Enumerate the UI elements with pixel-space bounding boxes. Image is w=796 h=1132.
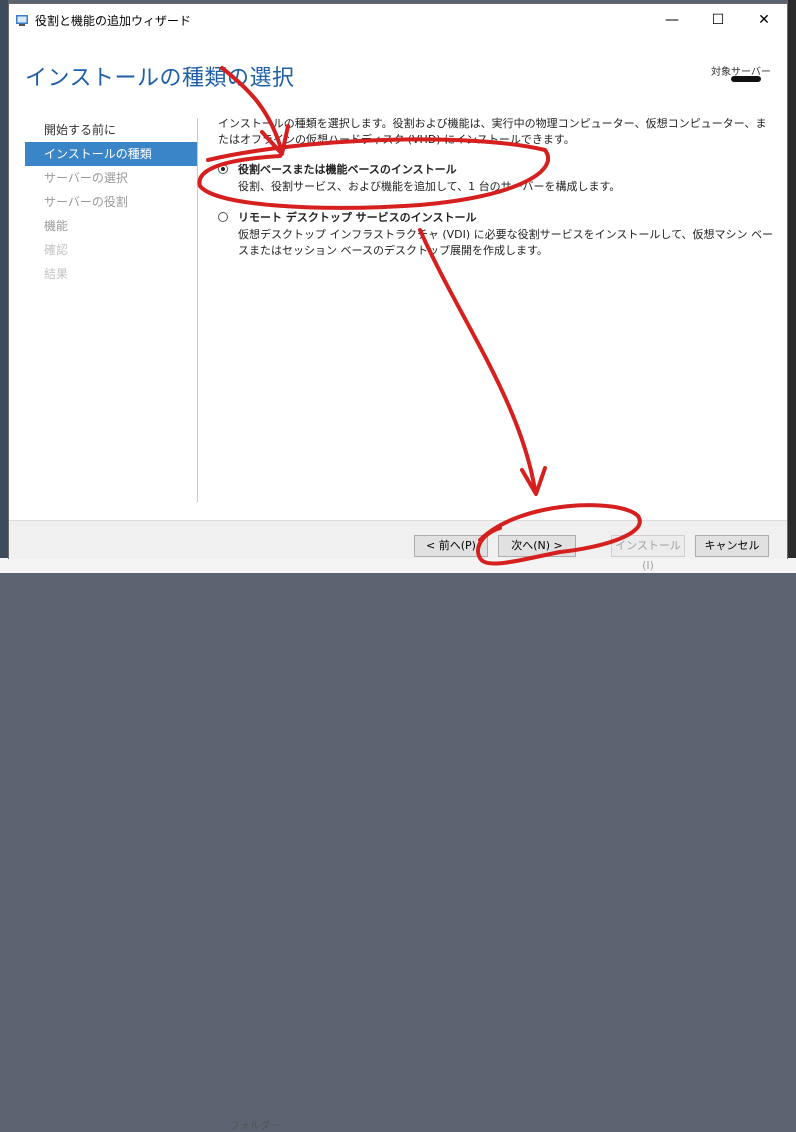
nav-item-installation-type[interactable]: インストールの種類 — [25, 142, 197, 166]
wizard-nav: 開始する前に インストールの種類 サーバーの選択 サーバーの役割 機能 確認 結… — [25, 118, 197, 286]
minimize-icon: — — [665, 12, 679, 28]
window-title: 役割と機能の追加ウィザード — [35, 14, 192, 28]
radio-remote-desktop[interactable] — [218, 212, 228, 222]
close-button[interactable]: ✕ — [741, 4, 787, 36]
server-manager-icon — [16, 15, 28, 26]
page-title: インストールの種類の選択 — [25, 66, 295, 91]
previous-button[interactable]: < 前へ(P) — [414, 535, 488, 557]
radio-role-based[interactable] — [218, 164, 228, 174]
title-bar[interactable]: 役割と機能の追加ウィザード — ☐ ✕ — [9, 4, 787, 36]
redacted-server-name — [731, 76, 761, 82]
cancel-button[interactable]: キャンセル — [695, 535, 769, 557]
desktop-background-left — [0, 0, 8, 573]
nav-item-features: 機能 — [44, 219, 69, 233]
page-description: インストールの種類を選択します。役割および機能は、実行中の物理コンピューター、仮… — [218, 117, 767, 146]
minimize-button[interactable]: — — [649, 4, 695, 36]
install-button: インストール(I) — [611, 535, 685, 572]
maximize-icon: ☐ — [711, 12, 725, 28]
nav-divider — [197, 118, 198, 502]
wizard-footer: < 前へ(P) 次へ(N) > インストール(I) キャンセル — [9, 520, 787, 572]
maximize-button[interactable]: ☐ — [695, 4, 741, 36]
background-text: フォルダー — [230, 1121, 280, 1132]
nav-item-server-selection: サーバーの選択 — [44, 171, 128, 185]
option-remote-desktop[interactable]: リモート デスクトップ サービスのインストール 仮想デスクトップ インフラストラ… — [218, 210, 774, 259]
background-window-strip: フォルダー — [0, 558, 796, 1132]
option-role-based[interactable]: 役割ベースまたは機能ベースのインストール 役割、役割サービス、および機能を追加し… — [218, 162, 774, 195]
nav-item-results: 結果 — [44, 267, 69, 281]
option-remote-desktop-description: 仮想デスクトップ インフラストラクチャ (VDI) に必要な役割サービスをインス… — [238, 228, 774, 257]
nav-item-server-roles: サーバーの役割 — [44, 195, 128, 209]
nav-item-before-you-begin[interactable]: 開始する前に — [25, 118, 197, 142]
option-role-based-description: 役割、役割サービス、および機能を追加して、1 台のサーバーを構成します。 — [238, 180, 621, 193]
option-remote-desktop-title: リモート デスクトップ サービスのインストール — [238, 211, 477, 224]
desktop-background-right — [788, 0, 796, 573]
option-role-based-title: 役割ベースまたは機能ベースのインストール — [238, 163, 457, 176]
main-content: インストールの種類を選択します。役割および機能は、実行中の物理コンピューター、仮… — [218, 116, 774, 259]
wizard-window: 役割と機能の追加ウィザード — ☐ ✕ インストールの種類の選択 対象サーバー … — [8, 3, 788, 572]
nav-item-confirmation: 確認 — [44, 243, 69, 257]
next-button[interactable]: 次へ(N) > — [498, 535, 576, 557]
close-icon: ✕ — [758, 12, 770, 28]
